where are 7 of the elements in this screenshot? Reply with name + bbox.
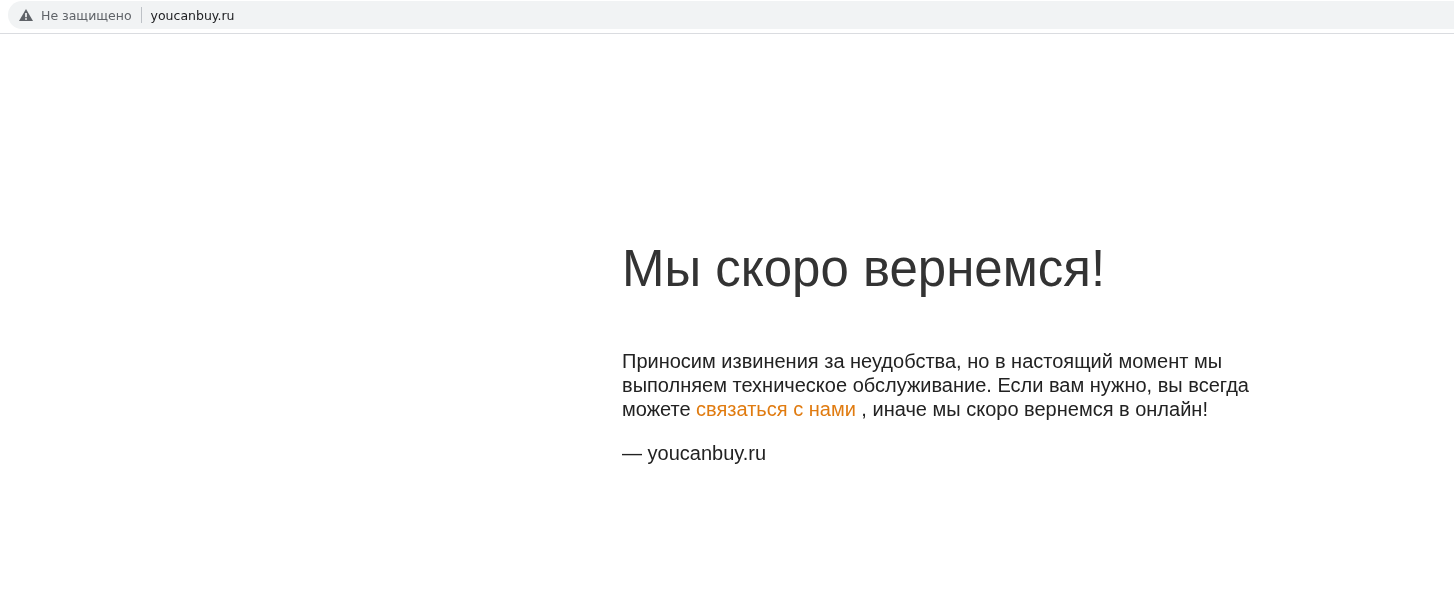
address-bar[interactable]: Не защищено youcanbuy.ru xyxy=(8,1,1454,29)
security-label: Не защищено xyxy=(41,7,132,23)
url-text: youcanbuy.ru xyxy=(150,7,235,23)
message-paragraph: Приносим извинения за неудобства, но в настоящий момент мы выполняем техническое обслуживание. Если вам нужно, вы всегда можете связаться с нами , иначе мы скоро вернемся в онлайн! xyxy=(622,349,1250,421)
signature: — youcanbuy.ru xyxy=(622,441,768,465)
warning-icon xyxy=(19,9,33,21)
heading: Мы скоро вернемся! xyxy=(622,239,1107,299)
